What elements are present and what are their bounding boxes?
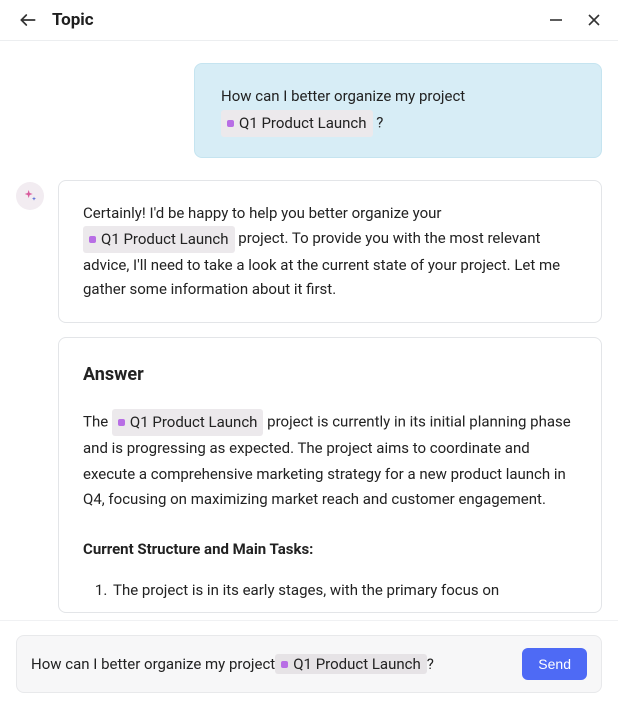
chip-dot-icon [118,419,125,426]
assistant-message: Certainly! I'd be happy to help you bett… [58,180,602,323]
minimize-button[interactable] [548,12,564,28]
back-arrow-icon[interactable] [18,10,38,30]
close-button[interactable] [586,12,602,28]
user-message-text-before: How can I better organize my project [221,87,465,105]
answer-card: Answer The Q1 Product Launch project is … [58,337,602,613]
header: Topic [0,0,618,41]
assistant-avatar [16,182,44,210]
project-chip[interactable]: Q1 Product Launch [83,226,235,253]
chip-dot-icon [281,661,288,668]
message-input[interactable]: How can I better organize my project Q1 … [16,635,602,693]
user-message: How can I better organize my project Q1 … [194,63,602,158]
answer-subheading: Current Structure and Main Tasks: [83,537,577,563]
input-text-after: ? [427,655,434,673]
assistant-text-before: Certainly! I'd be happy to help you bett… [83,204,441,222]
input-text-before: How can I better organize my project [31,655,275,673]
conversation-scroll[interactable]: How can I better organize my project Q1 … [0,41,618,620]
project-chip[interactable]: Q1 Product Launch [112,409,264,437]
project-chip[interactable]: Q1 Product Launch [275,654,427,674]
chip-dot-icon [89,236,96,243]
user-message-text-after: ? [373,113,384,131]
send-button[interactable]: Send [522,648,587,680]
assistant-row: Certainly! I'd be happy to help you bett… [16,180,602,323]
page-title: Topic [52,10,534,30]
project-chip[interactable]: Q1 Product Launch [221,110,373,138]
list-item: The project is in its early stages, with… [111,578,577,604]
input-bar: How can I better organize my project Q1 … [0,620,618,713]
input-text[interactable]: How can I better organize my project Q1 … [31,654,512,674]
chip-label: Q1 Product Launch [101,227,229,252]
window-controls [548,12,602,28]
chip-label: Q1 Product Launch [130,410,258,436]
answer-body: The Q1 Product Launch project is current… [83,409,577,604]
chip-dot-icon [227,120,234,127]
answer-list: The project is in its early stages, with… [107,578,577,604]
answer-para-before: The [83,412,112,430]
answer-heading: Answer [83,360,577,391]
chip-label: Q1 Product Launch [293,655,421,673]
chip-label: Q1 Product Launch [239,111,367,137]
sparkle-icon [22,188,38,204]
